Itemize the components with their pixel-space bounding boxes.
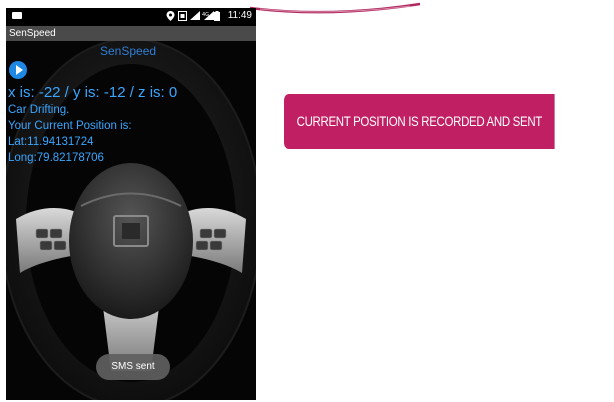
position-label: Your Current Position is:: [8, 120, 132, 132]
status-bar: 4G 11:49: [6, 8, 256, 26]
signal-icon: 4G: [202, 11, 214, 20]
accelerometer-readout: x is: -22 / y is: -12 / z is: 0: [8, 84, 178, 101]
latitude-value: Lat:11.94131724: [8, 136, 94, 148]
decorative-swoosh: [249, 2, 421, 14]
drift-status-text: Car Drifting.: [8, 104, 70, 116]
location-icon: [166, 11, 175, 21]
phone-screenshot: 4G 11:49 SenSpeed SenSpeed x is: -22 / y…: [6, 8, 256, 400]
app-heading: SenSpeed: [100, 44, 157, 58]
sim-icon: [177, 11, 187, 21]
play-icon[interactable]: [9, 61, 27, 79]
svg-text:4G: 4G: [202, 12, 209, 18]
status-time: 11:49: [227, 10, 252, 21]
app-title-bar: SenSpeed: [6, 26, 256, 41]
media-icon: [12, 12, 22, 19]
longitude-value: Long:79.82178706: [8, 152, 104, 164]
wifi-icon: [189, 11, 200, 20]
annotation-callout: CURRENT POSITION IS RECORDED AND SENT SM…: [284, 94, 555, 184]
sms-sent-toast: SMS sent: [96, 354, 170, 380]
battery-icon: [213, 11, 223, 21]
status-icons: 4G 11:49: [166, 10, 252, 21]
